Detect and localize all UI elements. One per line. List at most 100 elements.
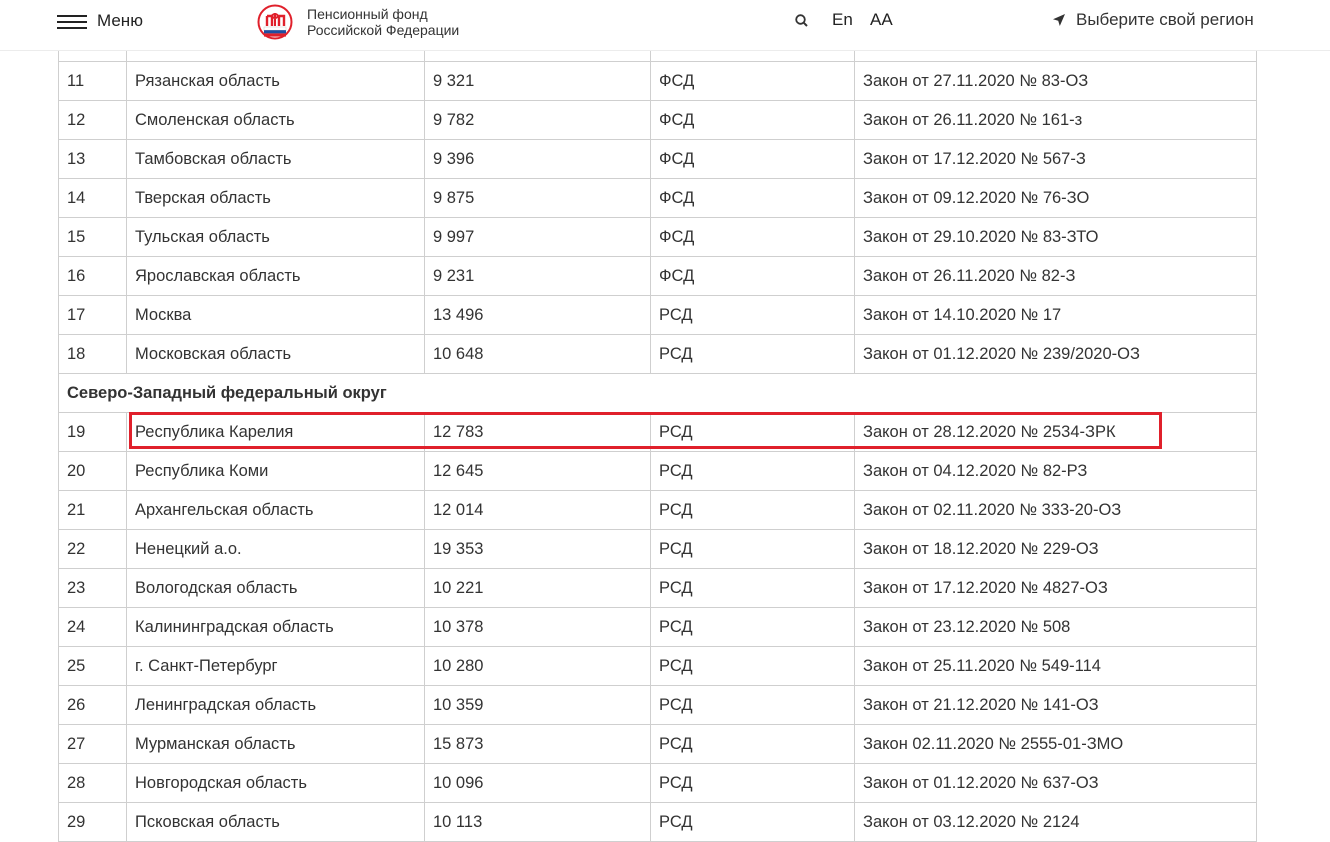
row-number-cell: 22	[58, 529, 127, 569]
standard-type-cell: РСД	[650, 529, 855, 569]
region-name-cell: Тамбовская область	[126, 139, 425, 179]
region-name-cell: Ленинградская область	[126, 685, 425, 725]
section-row: Северо-Западный федеральный округ	[58, 373, 1257, 413]
law-cell: Закон от 28.12.2020 № 2534-ЗРК	[854, 412, 1257, 452]
region-name-cell: Рязанская область	[126, 61, 425, 101]
region-name-cell: Псковская область	[126, 802, 425, 842]
logo-line-2: Российской Федерации	[307, 22, 460, 38]
row-number-cell: 16	[58, 256, 127, 296]
region-name-cell: Ненецкий а.о.	[126, 529, 425, 569]
row-number-cell: 21	[58, 490, 127, 530]
standard-type-cell: ФСД	[650, 217, 855, 257]
standard-type-cell: РСД	[650, 607, 855, 647]
amount-cell: 10 648	[424, 334, 651, 374]
region-name-cell: Смоленская область	[126, 100, 425, 140]
table-row: 26 Ленинградская область 10 359 РСД Закон от…	[58, 685, 1257, 725]
amount-cell: 19 353	[424, 529, 651, 569]
row-number-cell: 25	[58, 646, 127, 686]
standard-type-cell: ФСД	[650, 139, 855, 179]
amount-cell: 9 231	[424, 256, 651, 296]
region-name-cell: г. Санкт-Петербург	[126, 646, 425, 686]
table-row: 28 Новгородская область 10 096 РСД Закон от…	[58, 763, 1257, 803]
amount-cell: 15 873	[424, 724, 651, 764]
law-cell: Закон от 25.11.2020 № 549-114	[854, 646, 1257, 686]
menu-button[interactable]: Меню	[57, 10, 143, 32]
row-number-cell: 18	[58, 334, 127, 374]
row-number-cell: 26	[58, 685, 127, 725]
table-row: 13 Тамбовская область 9 396 ФСД Закон от 17.…	[58, 139, 1257, 179]
search-icon[interactable]	[794, 13, 810, 29]
standard-type-cell: РСД	[650, 295, 855, 335]
table-row: 17 Москва 13 496 РСД Закон от 14.10.2020 № 1…	[58, 295, 1257, 335]
standard-type-cell: РСД	[650, 334, 855, 374]
row-number-cell: 15	[58, 217, 127, 257]
table-row: 19 Республика Карелия 12 783 РСД Закон от 28…	[58, 412, 1257, 452]
table-row: 12 Смоленская область 9 782 ФСД Закон от 26.…	[58, 100, 1257, 140]
amount-cell: 9 997	[424, 217, 651, 257]
law-cell: Закон 02.11.2020 № 2555-01-ЗМО	[854, 724, 1257, 764]
font-size-toggle[interactable]: АА	[870, 10, 893, 30]
region-name-cell: Республика Карелия	[126, 412, 425, 452]
site-header: Меню Пенсионный фонд Российской Федераци…	[0, 0, 1330, 51]
standard-type-cell: РСД	[650, 685, 855, 725]
region-name-cell: Москва	[126, 295, 425, 335]
standard-type-cell: ФСД	[650, 100, 855, 140]
standard-type-cell: ФСД	[650, 61, 855, 101]
amount-cell: 13 496	[424, 295, 651, 335]
region-name-cell: Тульская область	[126, 217, 425, 257]
law-cell: Закон от 09.12.2020 № 76-ЗО	[854, 178, 1257, 218]
row-number-cell: 11	[58, 61, 127, 101]
table-row: 22 Ненецкий а.о. 19 353 РСД Закон от 18.12.2…	[58, 529, 1257, 569]
standard-type-cell: РСД	[650, 802, 855, 842]
standard-type-cell: РСД	[650, 763, 855, 803]
row-number-cell: 12	[58, 100, 127, 140]
amount-cell: 10 096	[424, 763, 651, 803]
amount-cell: 9 321	[424, 61, 651, 101]
logo-line-1: Пенсионный фонд	[307, 6, 428, 22]
law-cell: Закон от 21.12.2020 № 141-ОЗ	[854, 685, 1257, 725]
table-row: 23 Вологодская область 10 221 РСД Закон от 1…	[58, 568, 1257, 608]
region-name-cell: Республика Коми	[126, 451, 425, 491]
amount-cell: 9 782	[424, 100, 651, 140]
law-cell: Закон от 26.11.2020 № 161-з	[854, 100, 1257, 140]
table-row: 18 Московская область 10 648 РСД Закон от 01…	[58, 334, 1257, 374]
law-cell: Закон от 14.10.2020 № 17	[854, 295, 1257, 335]
region-name-cell: Тверская область	[126, 178, 425, 218]
region-name-cell: Новгородская область	[126, 763, 425, 803]
law-cell: Закон от 02.11.2020 № 333-20-ОЗ	[854, 490, 1257, 530]
logo-text: Пенсионный фонд Российской Федерации	[307, 6, 459, 38]
amount-cell: 9 396	[424, 139, 651, 179]
law-cell: Закон от 01.12.2020 № 637-ОЗ	[854, 763, 1257, 803]
law-cell: Закон от 23.12.2020 № 508	[854, 607, 1257, 647]
language-switch-en[interactable]: En	[832, 10, 853, 30]
table-row: 25 г. Санкт-Петербург 10 280 РСД Закон от 2…	[58, 646, 1257, 686]
region-selector[interactable]: Выберите свой регион	[1052, 10, 1254, 30]
regional-payments-table: 11 Рязанская область 9 321 ФСД Закон от 27.1…	[58, 22, 1257, 842]
amount-cell: 10 113	[424, 802, 651, 842]
federal-district-heading: Северо-Западный федеральный округ	[58, 373, 1257, 413]
amount-cell: 12 014	[424, 490, 651, 530]
standard-type-cell: РСД	[650, 490, 855, 530]
table-row: 16 Ярославская область 9 231 ФСД Закон от 26…	[58, 256, 1257, 296]
table-row: 20 Республика Коми 12 645 РСД Закон от 04.12…	[58, 451, 1257, 491]
table-row: 14 Тверская область 9 875 ФСД Закон от 09.12…	[58, 178, 1257, 218]
table-row: 24 Калининградская область 10 378 РСД Закон …	[58, 607, 1257, 647]
menu-label: Меню	[97, 11, 143, 30]
amount-cell: 10 221	[424, 568, 651, 608]
table-row: 21 Архангельская область 12 014 РСД Закон от…	[58, 490, 1257, 530]
row-number-cell: 27	[58, 724, 127, 764]
row-number-cell: 20	[58, 451, 127, 491]
row-number-cell: 23	[58, 568, 127, 608]
region-name-cell: Калининградская область	[126, 607, 425, 647]
table-row: 15 Тульская область 9 997 ФСД Закон от 29.10…	[58, 217, 1257, 257]
row-number-cell: 19	[58, 412, 127, 452]
standard-type-cell: РСД	[650, 646, 855, 686]
table-row: 11 Рязанская область 9 321 ФСД Закон от 27.1…	[58, 61, 1257, 101]
location-arrow-icon	[1053, 14, 1065, 26]
table-row: 27 Мурманская область 15 873 РСД Закон 02.11…	[58, 724, 1257, 764]
table-row: 29 Псковская область 10 113 РСД Закон от 03.…	[58, 802, 1257, 842]
amount-cell: 10 280	[424, 646, 651, 686]
region-name-cell: Вологодская область	[126, 568, 425, 608]
law-cell: Закон от 03.12.2020 № 2124	[854, 802, 1257, 842]
site-logo[interactable]: Пенсионный фонд Российской Федерации	[257, 4, 459, 40]
